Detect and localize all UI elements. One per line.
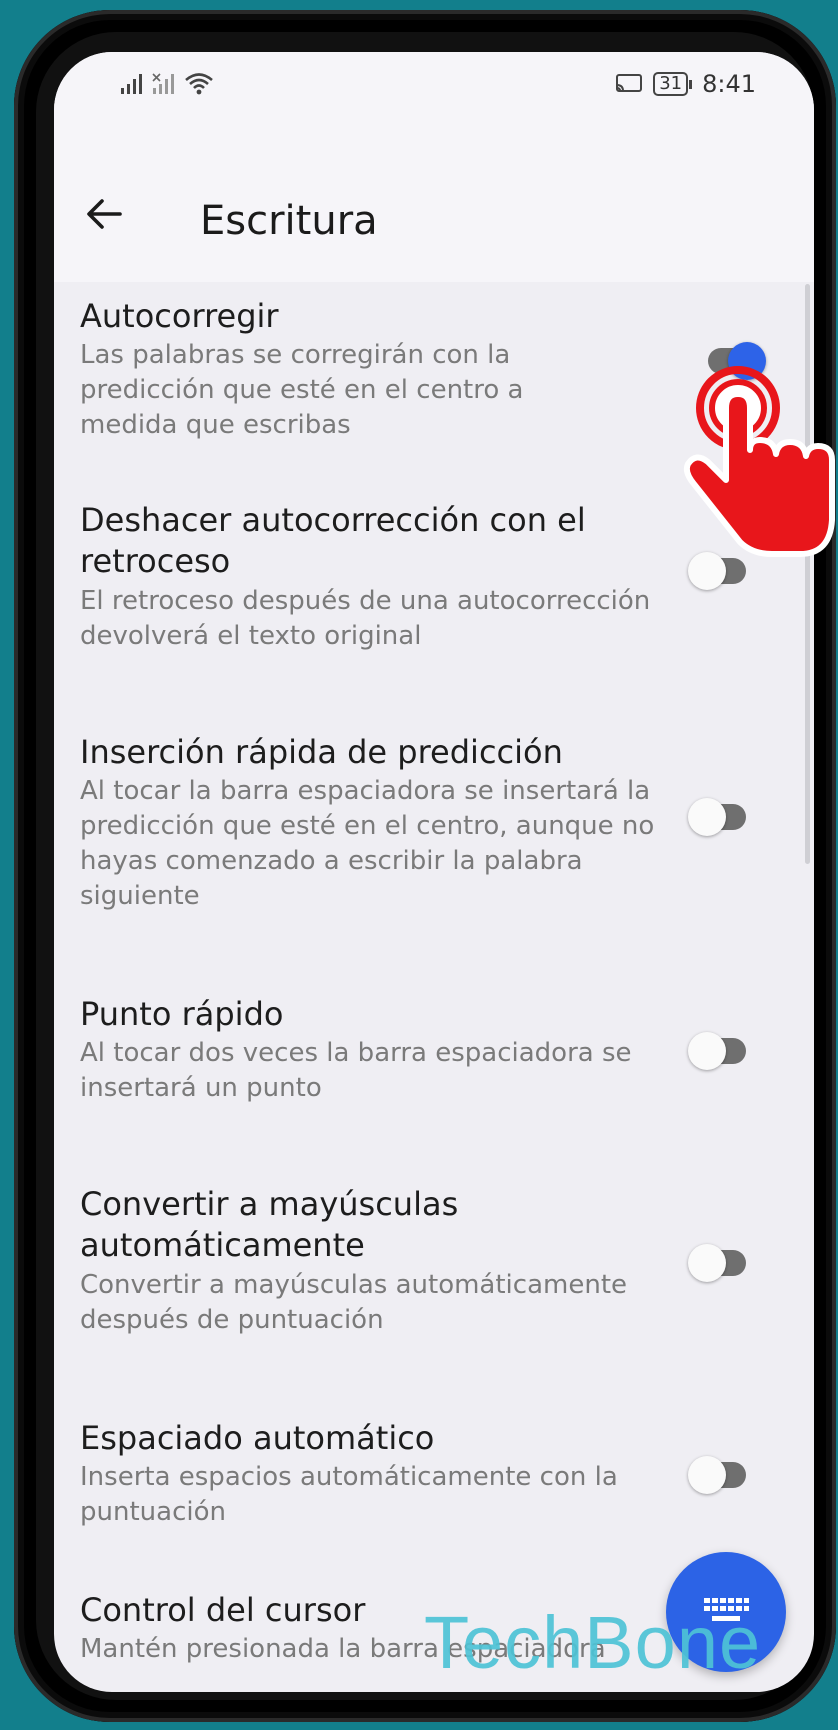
setting-title: Autocorregir xyxy=(80,297,279,335)
setting-insercion-rapida[interactable]: Inserción rápida de predicción Al tocar … xyxy=(54,732,814,972)
setting-title: Punto rápido xyxy=(80,995,284,1033)
techbone-watermark: TechBone xyxy=(424,1601,762,1684)
setting-title: Convertir a mayúsculas automáticamente xyxy=(80,1185,459,1264)
setting-title: Inserción rápida de predicción xyxy=(80,733,563,771)
battery-icon: 31 xyxy=(653,72,693,96)
setting-description: El retroceso después de una autocorrecci… xyxy=(80,586,651,651)
setting-punto-rapido[interactable]: Punto rápido Al tocar dos veces la barra… xyxy=(54,994,814,1134)
setting-convertir-mayusculas[interactable]: Convertir a mayúsculas automáticamente C… xyxy=(54,1184,814,1364)
setting-description: Las palabras se corregirán con la predic… xyxy=(80,340,524,440)
wifi-icon xyxy=(185,73,213,95)
screen: 31 8:41 Escritura Autocorregir Las palab… xyxy=(54,52,814,1692)
back-arrow-icon[interactable] xyxy=(82,192,126,236)
toggle-switch[interactable] xyxy=(688,552,746,590)
toggle-switch[interactable] xyxy=(688,1244,746,1282)
setting-description: Convertir a mayúsculas automáticamente d… xyxy=(80,1270,628,1335)
signal-no-sim-icon xyxy=(152,73,174,94)
setting-description: Inserta espacios automáticamente con la … xyxy=(80,1462,618,1527)
cast-icon xyxy=(616,74,643,92)
setting-description: Al tocar dos veces la barra espaciadora … xyxy=(80,1038,632,1103)
setting-description: Al tocar la barra espaciadora se inserta… xyxy=(80,776,655,911)
toggle-switch[interactable] xyxy=(688,1032,746,1070)
setting-espaciado-automatico[interactable]: Espaciado automático Inserta espacios au… xyxy=(54,1418,814,1558)
tap-hand-icon xyxy=(683,366,835,557)
battery-level: 31 xyxy=(653,72,689,96)
setting-title: Deshacer autocorrección con el retroceso xyxy=(80,501,586,580)
page-title: Escritura xyxy=(200,198,378,244)
setting-title: Espaciado automático xyxy=(80,1419,435,1457)
app-header: Escritura xyxy=(54,162,814,282)
toggle-switch[interactable] xyxy=(688,1456,746,1494)
status-bar: 31 8:41 xyxy=(54,52,814,162)
signal-icon xyxy=(121,74,142,94)
toggle-switch[interactable] xyxy=(688,798,746,836)
status-time: 8:41 xyxy=(702,70,756,98)
